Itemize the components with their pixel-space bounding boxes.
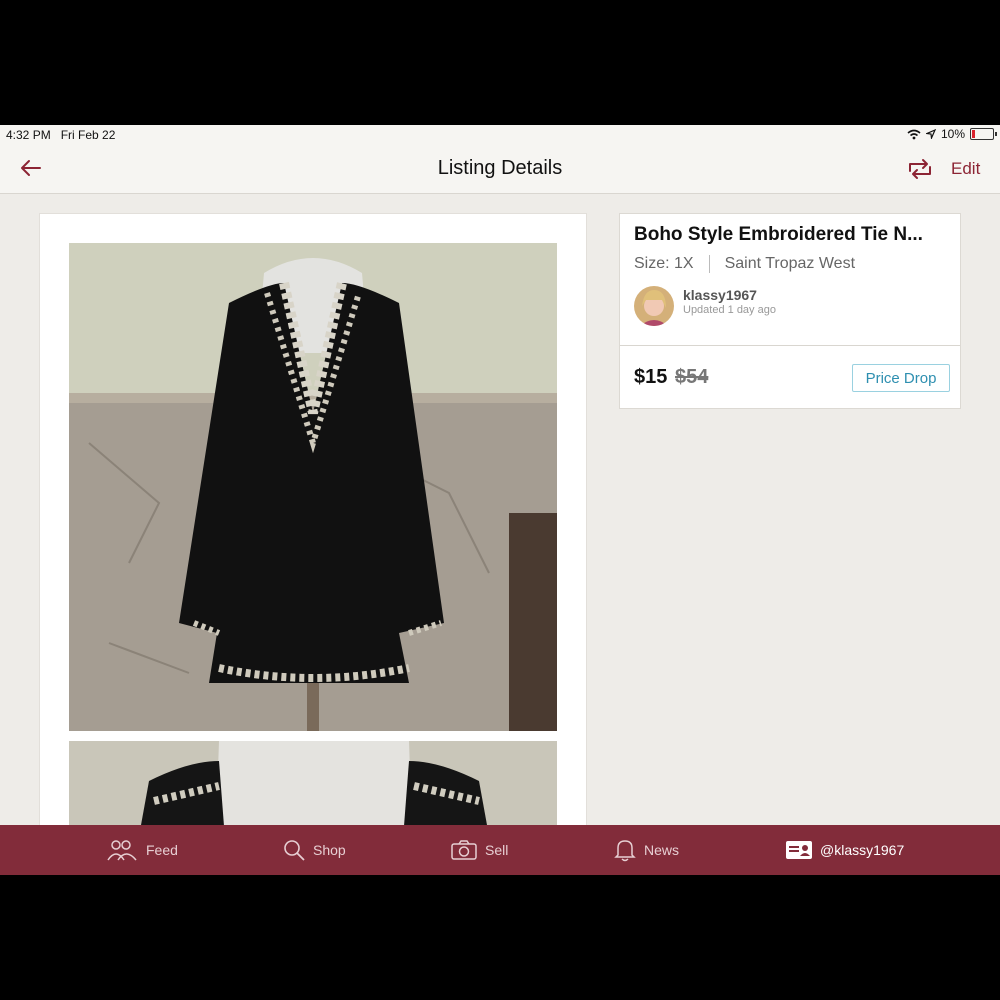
tab-shop[interactable]: Shop bbox=[283, 825, 346, 875]
card-divider bbox=[620, 345, 960, 346]
original-price: $54 bbox=[675, 366, 709, 388]
app-screen: 4:32 PM Fri Feb 22 10% Listing Details E… bbox=[0, 125, 1000, 875]
share-icon[interactable] bbox=[906, 157, 934, 181]
tab-sell-label: Sell bbox=[485, 842, 509, 858]
tab-news-label: News bbox=[644, 842, 680, 858]
listing-info-card: Boho Style Embroidered Tie N... Size: 1X… bbox=[619, 213, 961, 409]
status-time: 4:32 PM Fri Feb 22 bbox=[6, 128, 116, 142]
edit-button[interactable]: Edit bbox=[951, 159, 980, 179]
seller-avatar[interactable] bbox=[634, 286, 674, 326]
tab-feed[interactable]: Feed bbox=[106, 825, 178, 875]
tab-feed-label: Feed bbox=[146, 842, 178, 858]
status-right: 10% bbox=[907, 127, 997, 141]
tab-profile-label: @klassy1967 bbox=[820, 842, 905, 858]
tab-news[interactable]: News bbox=[614, 825, 679, 875]
listing-updated: Updated 1 day ago bbox=[683, 304, 776, 316]
listing-photo-main[interactable] bbox=[69, 243, 557, 731]
status-bar: 4:32 PM Fri Feb 22 10% bbox=[0, 125, 1000, 145]
listing-brand[interactable]: Saint Tropaz West bbox=[725, 255, 855, 273]
listing-size: Size: 1X bbox=[634, 255, 694, 272]
seller-username[interactable]: klassy1967 bbox=[683, 287, 757, 303]
listing-price: $15 bbox=[634, 366, 668, 388]
tab-bar: Feed Shop Sell News @klassy1967 bbox=[0, 825, 1000, 875]
tab-profile[interactable]: @klassy1967 bbox=[786, 825, 904, 875]
tab-sell[interactable]: Sell bbox=[451, 825, 508, 875]
feed-icon bbox=[107, 840, 137, 861]
page-title: Listing Details bbox=[437, 157, 563, 179]
listing-photos-card bbox=[39, 213, 587, 875]
navigation-bar: Listing Details Edit bbox=[0, 145, 1000, 194]
battery-percent: 10% bbox=[940, 127, 965, 141]
battery-icon bbox=[970, 128, 997, 140]
meta-divider bbox=[708, 255, 710, 273]
price-drop-button[interactable]: Price Drop bbox=[852, 364, 950, 392]
search-icon bbox=[284, 840, 305, 861]
wifi-icon bbox=[907, 129, 921, 139]
bell-icon bbox=[614, 840, 636, 862]
profile-card-icon bbox=[786, 841, 812, 859]
listing-meta: Size: 1X Saint Tropaz West bbox=[634, 255, 855, 273]
listing-title: Boho Style Embroidered Tie N... bbox=[634, 224, 923, 245]
location-arrow-icon bbox=[925, 129, 936, 139]
tab-shop-label: Shop bbox=[313, 842, 346, 858]
camera-icon bbox=[451, 840, 477, 860]
